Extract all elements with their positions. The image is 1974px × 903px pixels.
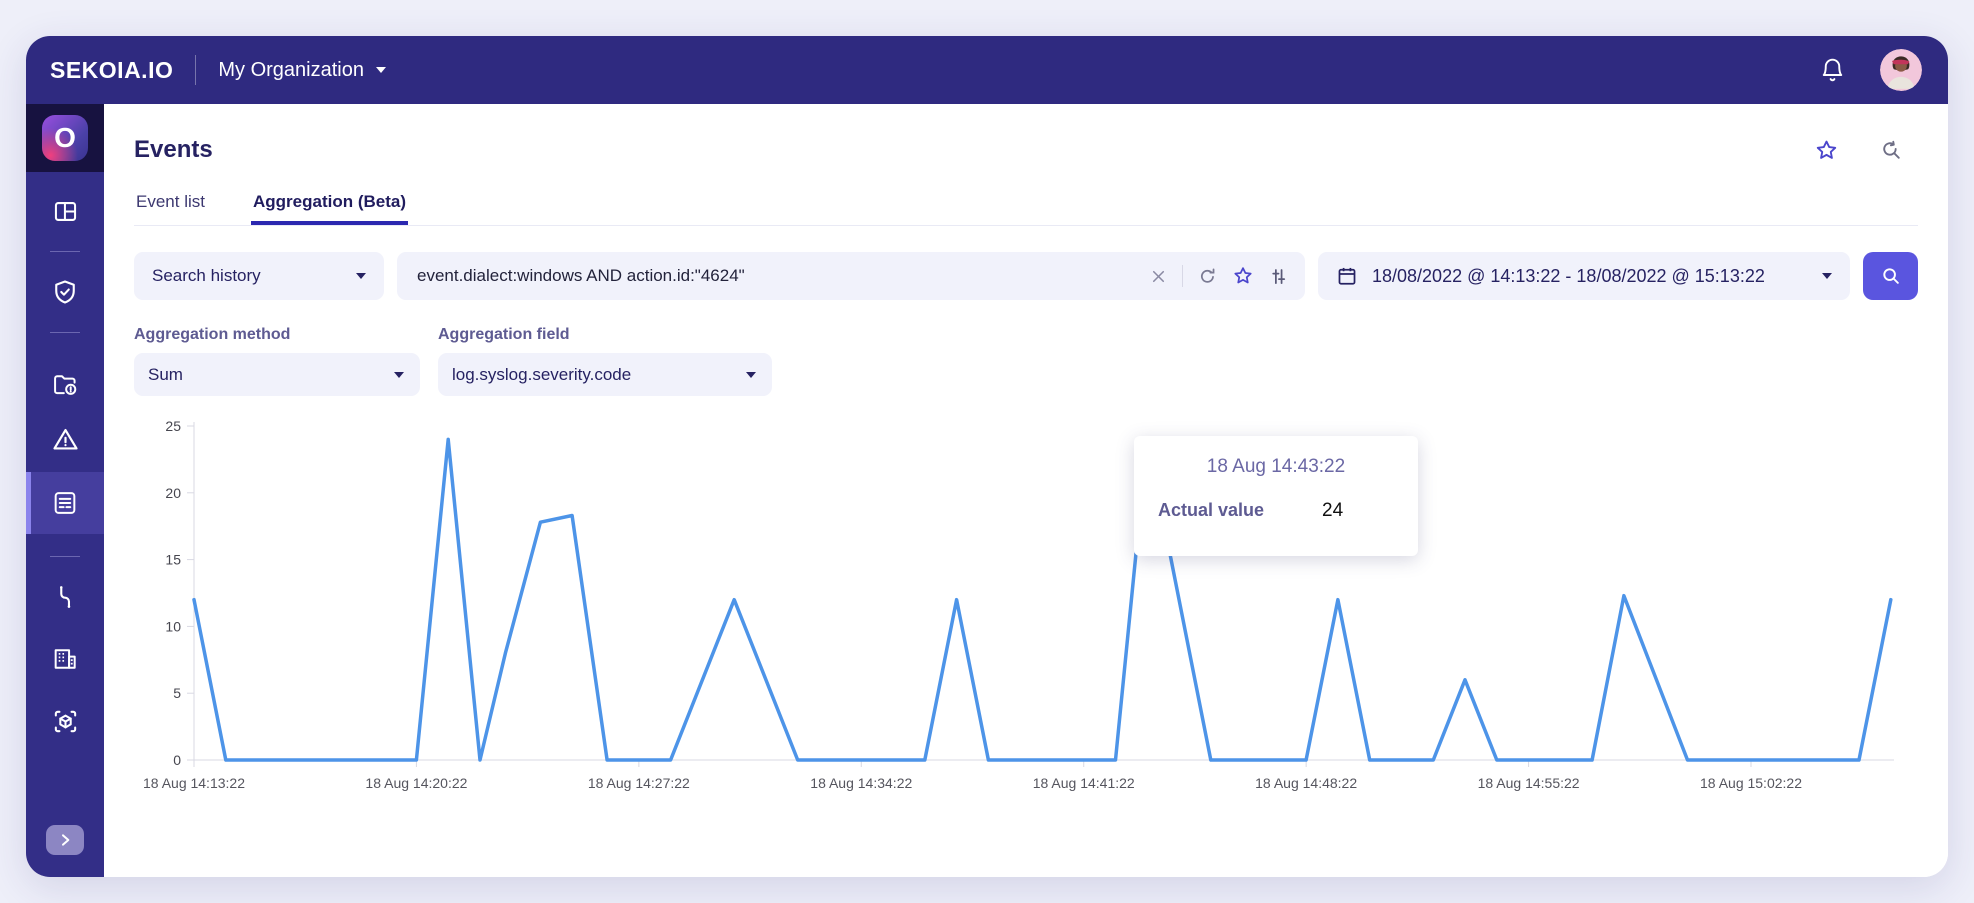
chart-tooltip: 18 Aug 14:43:22 Actual value 24	[1134, 436, 1418, 556]
search-history-select[interactable]: Search history	[134, 252, 384, 300]
svg-text:5: 5	[173, 685, 181, 701]
organization-name: My Organization	[218, 58, 364, 81]
filters-tune-icon[interactable]	[1268, 266, 1289, 287]
intake-cable-icon	[51, 583, 79, 611]
tab-bar: Event list Aggregation (Beta)	[134, 180, 1918, 226]
aggregation-chart-area: 0 5 10 15 20 25 18 Aug 14:13:22 18 Aug 14:20:22…	[134, 414, 1918, 806]
refresh-icon[interactable]	[1197, 266, 1218, 287]
sidebar-divider	[50, 332, 80, 333]
svg-text:18 Aug 15:02:22: 18 Aug 15:02:22	[1700, 775, 1802, 791]
aggregation-method-label: Aggregation method	[134, 326, 291, 343]
sidebar-item-cases[interactable]	[26, 371, 104, 399]
caret-down-icon	[375, 67, 386, 73]
svg-text:18 Aug 14:20:22: 18 Aug 14:20:22	[365, 775, 467, 791]
svg-text:18 Aug 14:48:22: 18 Aug 14:48:22	[1255, 775, 1357, 791]
svg-text:18 Aug 14:34:22: 18 Aug 14:34:22	[810, 775, 912, 791]
sidebar-item-organization[interactable]	[26, 645, 104, 673]
query-text: event.dialect:windows AND action.id:"462…	[417, 266, 745, 285]
query-input[interactable]: event.dialect:windows AND action.id:"462…	[397, 252, 1305, 300]
svg-text:0: 0	[173, 752, 181, 768]
svg-text:25: 25	[165, 418, 181, 434]
sidebar-expand-button[interactable]	[46, 825, 84, 855]
notifications-bell-icon[interactable]	[1819, 57, 1846, 84]
calendar-icon	[1336, 265, 1358, 287]
folder-alert-icon	[51, 371, 79, 399]
sidebar-divider	[50, 251, 80, 252]
search-history-label: Search history	[152, 266, 261, 285]
icon-divider	[1182, 265, 1183, 287]
sidebar-item-assets[interactable]	[26, 707, 104, 736]
sidebar-item-alerts[interactable]	[26, 425, 104, 454]
clear-query-icon[interactable]	[1149, 267, 1168, 286]
topbar-divider	[195, 55, 197, 85]
caret-down-icon	[746, 371, 756, 378]
search-history-icon[interactable]	[1879, 138, 1904, 163]
svg-text:15: 15	[165, 552, 181, 568]
chevron-right-icon	[57, 832, 73, 848]
sidebar-item-events[interactable]	[26, 472, 104, 534]
magnifier-icon	[1880, 265, 1902, 287]
svg-text:18 Aug 14:41:22: 18 Aug 14:41:22	[1033, 775, 1135, 791]
favorite-star-icon[interactable]	[1814, 138, 1839, 163]
tooltip-value: 24	[1322, 500, 1344, 521]
tooltip-series-label: Actual value	[1158, 500, 1265, 520]
sekoia-logo-icon: O	[42, 115, 88, 161]
svg-text:18 Aug 14:55:22: 18 Aug 14:55:22	[1478, 775, 1580, 791]
sidebar: O	[26, 104, 104, 877]
caret-down-icon	[1822, 273, 1832, 279]
cube-scan-icon	[51, 707, 80, 736]
aggregation-field-label: Aggregation field	[438, 326, 570, 343]
brand-logo: SEKOIA.IO	[50, 56, 174, 83]
svg-text:10: 10	[165, 618, 181, 634]
events-list-icon	[51, 489, 79, 517]
aggregation-chart[interactable]: 0 5 10 15 20 25 18 Aug 14:13:22 18 Aug 14:20:22…	[134, 414, 1918, 806]
app-window: SEKOIA.IO My Organization O Events Event…	[26, 36, 1948, 877]
organization-switcher[interactable]: My Organization	[218, 59, 386, 82]
topbar: SEKOIA.IO My Organization	[26, 36, 1948, 104]
sidebar-divider	[50, 556, 80, 557]
sidebar-item-home[interactable]: O	[26, 104, 104, 172]
tab-event-list[interactable]: Event list	[134, 180, 207, 225]
caret-down-icon	[394, 371, 404, 378]
aggregation-field-select[interactable]: log.syslog.severity.code	[438, 353, 772, 396]
svg-text:18 Aug 14:13:22: 18 Aug 14:13:22	[143, 775, 245, 791]
sidebar-item-intakes[interactable]	[26, 583, 104, 611]
main-content: Events Event list Aggregation (Beta) Sea…	[104, 104, 1948, 877]
aggregation-method-value: Sum	[148, 364, 183, 384]
favorite-query-star-icon[interactable]	[1232, 265, 1254, 287]
date-range-text: 18/08/2022 @ 14:13:22 - 18/08/2022 @ 15:…	[1372, 265, 1765, 286]
caret-down-icon	[356, 273, 366, 279]
svg-text:20: 20	[165, 485, 181, 501]
aggregation-field-value: log.syslog.severity.code	[452, 364, 632, 384]
building-icon	[51, 645, 79, 673]
date-range-picker[interactable]: 18/08/2022 @ 14:13:22 - 18/08/2022 @ 15:…	[1318, 252, 1850, 300]
sidebar-item-dashboard[interactable]	[26, 198, 104, 225]
tooltip-timestamp: 18 Aug 14:43:22	[1206, 456, 1346, 477]
aggregation-method-select[interactable]: Sum	[134, 353, 420, 396]
user-avatar[interactable]	[1880, 49, 1922, 91]
sidebar-item-security[interactable]	[26, 278, 104, 306]
page-title: Events	[134, 136, 213, 163]
shield-check-icon	[51, 278, 79, 306]
search-button[interactable]	[1863, 252, 1918, 300]
svg-text:18 Aug 14:27:22: 18 Aug 14:27:22	[588, 775, 690, 791]
warning-triangle-icon	[51, 425, 80, 454]
dashboard-icon	[52, 198, 79, 225]
tab-aggregation[interactable]: Aggregation (Beta)	[250, 180, 408, 225]
